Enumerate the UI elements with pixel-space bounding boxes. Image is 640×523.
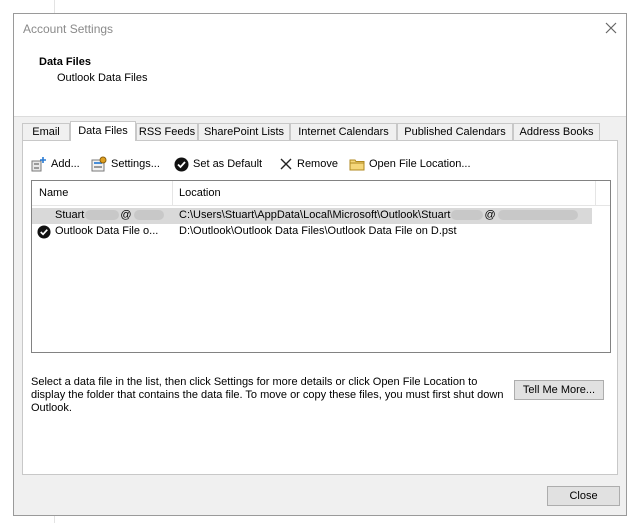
tab-published-calendars[interactable]: Published Calendars — [397, 123, 513, 140]
settings-button[interactable]: Settings... — [91, 155, 160, 173]
tab-email[interactable]: Email — [22, 123, 70, 140]
account-settings-dialog: Account Settings Data Files Outlook Data… — [13, 13, 627, 516]
remove-button[interactable]: Remove — [279, 155, 338, 173]
title-bar: Account Settings — [14, 14, 626, 44]
column-header-location[interactable]: Location — [179, 187, 221, 199]
window-title: Account Settings — [23, 22, 114, 36]
column-header-name[interactable]: Name — [39, 187, 68, 199]
default-checkmark-icon — [37, 225, 51, 239]
header-title: Data Files — [39, 56, 91, 68]
list-item[interactable]: Outlook Data File o... D:\Outlook\Outloo… — [32, 224, 592, 240]
folder-icon — [349, 159, 365, 171]
tell-me-more-button[interactable]: Tell Me More... — [514, 380, 604, 400]
close-button[interactable]: Close — [547, 486, 620, 506]
list-item[interactable]: Stuart @ C:\Users\Stuart\AppData\Local\Mi… — [32, 208, 592, 224]
add-data-file-icon — [31, 157, 46, 172]
add-button[interactable]: Add... — [31, 155, 80, 173]
add-label: Add... — [51, 158, 80, 170]
remove-label: Remove — [297, 158, 338, 170]
data-files-list[interactable]: Name Location Stuart @ C:\Users\Stuart\Ap… — [31, 180, 611, 353]
open-file-location-label: Open File Location... — [369, 158, 471, 170]
tab-address-books[interactable]: Address Books — [513, 123, 600, 140]
tab-data-files[interactable]: Data Files — [70, 121, 136, 141]
list-header: Name Location — [32, 181, 610, 206]
open-file-location-button[interactable]: Open File Location... — [349, 155, 471, 173]
settings-icon — [91, 156, 107, 172]
file-name: Outlook Data File o... — [55, 225, 159, 237]
tab-rss-feeds[interactable]: RSS Feeds — [136, 123, 198, 140]
set-as-default-label: Set as Default — [193, 158, 263, 170]
description-text: Select a data file in the list, then cli… — [31, 376, 504, 414]
file-name: Stuart @ — [55, 209, 164, 221]
dialog-header: Data Files Outlook Data Files — [14, 44, 626, 117]
settings-label: Settings... — [111, 158, 160, 170]
file-location: C:\Users\Stuart\AppData\Local\Microsoft\… — [179, 209, 578, 221]
column-divider[interactable] — [172, 181, 173, 205]
tab-internet-calendars[interactable]: Internet Calendars — [290, 123, 397, 140]
checkmark-circle-icon — [174, 157, 189, 171]
set-as-default-button[interactable]: Set as Default — [174, 155, 262, 173]
close-icon[interactable] — [604, 21, 618, 35]
column-divider[interactable] — [595, 181, 596, 205]
file-location: D:\Outlook\Outlook Data Files\Outlook Da… — [179, 225, 457, 237]
header-subtitle: Outlook Data Files — [57, 72, 148, 84]
tab-sharepoint-lists[interactable]: SharePoint Lists — [198, 123, 290, 140]
remove-x-icon — [280, 158, 292, 170]
data-files-panel: Add... Settings... Set as Default Remove… — [22, 140, 618, 475]
